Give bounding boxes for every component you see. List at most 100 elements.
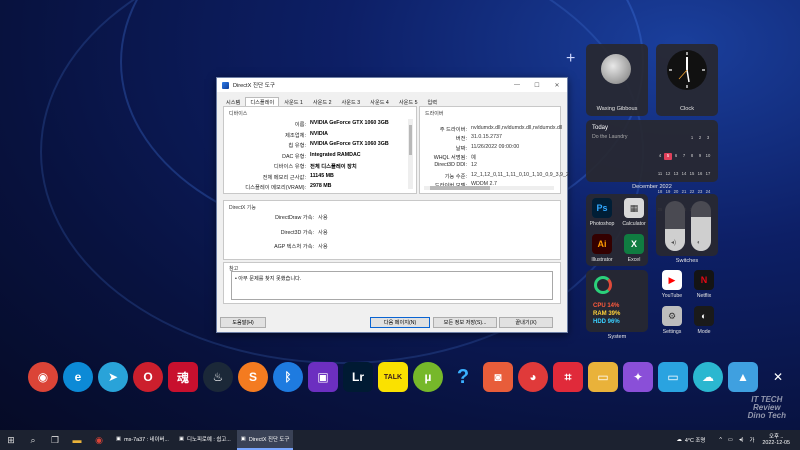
calendar-day[interactable]: 10 <box>704 153 712 160</box>
mode-icon[interactable]: ◐ <box>694 306 714 326</box>
bluetooth-icon[interactable]: ᛒ <box>273 362 303 392</box>
calendar-day[interactable]: 13 <box>672 171 680 178</box>
moon-widget[interactable]: Waxing Gibbous <box>586 44 648 116</box>
calendar-day[interactable]: 4 <box>656 153 664 160</box>
save-all-button[interactable]: 모든 정보 저장(S)... <box>433 317 497 328</box>
driver-row: 주 드라이버: nvldumdx.dll,nvldumdx.dll,nvldumd… <box>422 125 563 133</box>
calendar-day[interactable]: 14 <box>680 171 688 178</box>
calendar-day[interactable]: 2 <box>696 135 704 142</box>
volume-slider[interactable]: ◂) <box>665 201 685 251</box>
opera-icon[interactable]: O <box>133 362 163 392</box>
add-widget-icon[interactable]: + <box>566 50 575 68</box>
calendar-day[interactable]: 7 <box>680 153 688 160</box>
weather-text[interactable]: 4°C 조명 <box>685 436 705 444</box>
gom-icon[interactable]: ◕ <box>518 362 548 392</box>
utorrent-icon[interactable]: µ <box>413 362 443 392</box>
windows-start-icon[interactable]: ⊞ <box>3 432 19 448</box>
file-explorer-icon[interactable]: ▬ <box>69 432 85 448</box>
calendar-day[interactable]: 3 <box>704 135 712 142</box>
crop-app-icon[interactable]: ⌗ <box>553 362 583 392</box>
tray-chevron-icon[interactable]: ^ <box>719 437 722 443</box>
calendar-widget[interactable]: Today Do the Laundry 1 2 34 5 6 7 8 9 1011 12 13 14… <box>586 120 718 212</box>
calendar-day[interactable]: 17 <box>704 171 712 178</box>
calendar-day[interactable] <box>672 132 680 139</box>
photo-app-icon[interactable]: ▲ <box>728 362 758 392</box>
network-icon[interactable]: ▭ <box>728 437 733 443</box>
netflix-icon[interactable]: N <box>694 270 714 290</box>
stamp-app-icon[interactable]: 魂 <box>168 362 198 392</box>
chrome-taskbar-icon[interactable]: ◉ <box>91 432 107 448</box>
taskbar-task[interactable]: ▣ 디노피로예 : 쉽고... <box>175 430 235 448</box>
excel-icon[interactable]: X <box>624 234 644 254</box>
calendar-day[interactable]: 15 <box>688 171 696 178</box>
calendar-day[interactable]: 8 <box>688 153 696 160</box>
calculator-icon[interactable]: ▦ <box>624 198 644 218</box>
app-label: Netflix <box>696 293 712 299</box>
s-app-icon[interactable]: S <box>238 362 268 392</box>
help-button[interactable]: 도움말(H) <box>220 317 266 328</box>
field-label: Direct3D DDI: <box>434 162 467 169</box>
bird-app-icon[interactable]: ➤ <box>98 362 128 392</box>
field-value: 11/26/2022 09:00:00 <box>471 143 520 150</box>
weather-icon[interactable]: ☁ <box>676 437 681 443</box>
field-value: nvldumdx.dll,nvldumdx.dll,nvldumdx.dll <box>471 125 563 131</box>
field-value: 12_1,12_0,11_1,11_0,10_1,10_0,9_3,9_2 <box>471 171 569 178</box>
maximize-button[interactable]: ☐ <box>527 78 547 92</box>
calendar-day[interactable]: 5 <box>664 153 672 160</box>
device-group-title: 디바이스 <box>229 111 248 117</box>
illustrator-icon[interactable]: Ai <box>592 234 612 254</box>
taskbar-task[interactable]: ▣ DirectX 진단 도구 <box>236 430 294 450</box>
calendar-label: December 2022 <box>632 184 672 190</box>
next-page-button[interactable]: 다음 페이지(N) <box>370 317 430 328</box>
calendar-day[interactable] <box>680 132 688 139</box>
chip-app-icon[interactable]: ▣ <box>308 362 338 392</box>
photoshop-icon[interactable]: Ps <box>592 198 612 218</box>
monitor-app-icon[interactable]: ▭ <box>658 362 688 392</box>
calendar-day[interactable] <box>656 132 664 139</box>
clock-widget[interactable]: Clock <box>656 44 718 116</box>
field-value: 전체 디스플레이 장치 <box>310 164 357 170</box>
switches-widget[interactable]: ◂) ◐ <box>656 194 718 256</box>
feature-row: DirectDraw 가속: 사용 <box>226 213 328 221</box>
driver-hscrollbar[interactable] <box>424 186 554 190</box>
steam-icon[interactable]: ♨ <box>203 362 233 392</box>
field-label: 이름: <box>294 122 306 128</box>
ime-indicator[interactable]: 가 <box>749 436 754 444</box>
calendar-day[interactable]: 9 <box>696 153 704 160</box>
exit-button[interactable]: 끝내기(X) <box>499 317 553 328</box>
notes-panel: 참고 • 아무 문제를 찾지 못했습니다. <box>223 262 561 304</box>
calendar-day[interactable]: 11 <box>656 171 664 178</box>
app-label: Excel <box>627 257 641 263</box>
chrome-icon[interactable]: ◉ <box>28 362 58 392</box>
youtube-icon[interactable]: ▶ <box>662 270 682 290</box>
color-app-icon[interactable]: ✦ <box>623 362 653 392</box>
calendar-day[interactable]: 16 <box>696 171 704 178</box>
calendar-day[interactable] <box>664 132 672 139</box>
taskbar-date[interactable]: 2022-12-05 <box>762 440 790 446</box>
minimize-button[interactable]: — <box>507 78 527 92</box>
tools-app-icon[interactable]: ✕ <box>763 362 793 392</box>
calendar-day[interactable]: 12 <box>664 171 672 178</box>
calendar-day[interactable]: 1 <box>688 135 696 142</box>
search-icon[interactable]: ⌕ <box>25 432 41 448</box>
cloud-app-icon[interactable]: ☁ <box>693 362 723 392</box>
help-icon[interactable]: ? <box>448 362 478 392</box>
kakaotalk-icon[interactable]: TALK <box>378 362 408 392</box>
lightroom-icon[interactable]: Lr <box>343 362 373 392</box>
taskbar-task[interactable]: ▣ ms-7a37 : 네이버... <box>112 430 173 448</box>
field-value: 2978 MB <box>310 183 332 189</box>
field-value: 12 <box>471 162 477 169</box>
calendar-day[interactable]: 6 <box>672 153 680 160</box>
volume-tray-icon[interactable]: ◂) <box>739 437 744 443</box>
field-label: AGP 텍스처 가속: <box>274 244 314 250</box>
system-widget[interactable]: CPU 14% RAM 39% HDD 96% <box>586 270 648 332</box>
close-button[interactable]: ✕ <box>547 78 567 92</box>
settings-icon[interactable]: ⚙ <box>662 306 682 326</box>
field-value: 예 <box>471 154 476 161</box>
edge-icon[interactable]: e <box>63 362 93 392</box>
brightness-slider[interactable]: ◐ <box>691 201 711 251</box>
task-view-icon[interactable]: ❐ <box>47 432 63 448</box>
device-scrollbar[interactable] <box>408 119 413 189</box>
folder-icon[interactable]: ▭ <box>588 362 618 392</box>
snapshot-app-icon[interactable]: ◙ <box>483 362 513 392</box>
